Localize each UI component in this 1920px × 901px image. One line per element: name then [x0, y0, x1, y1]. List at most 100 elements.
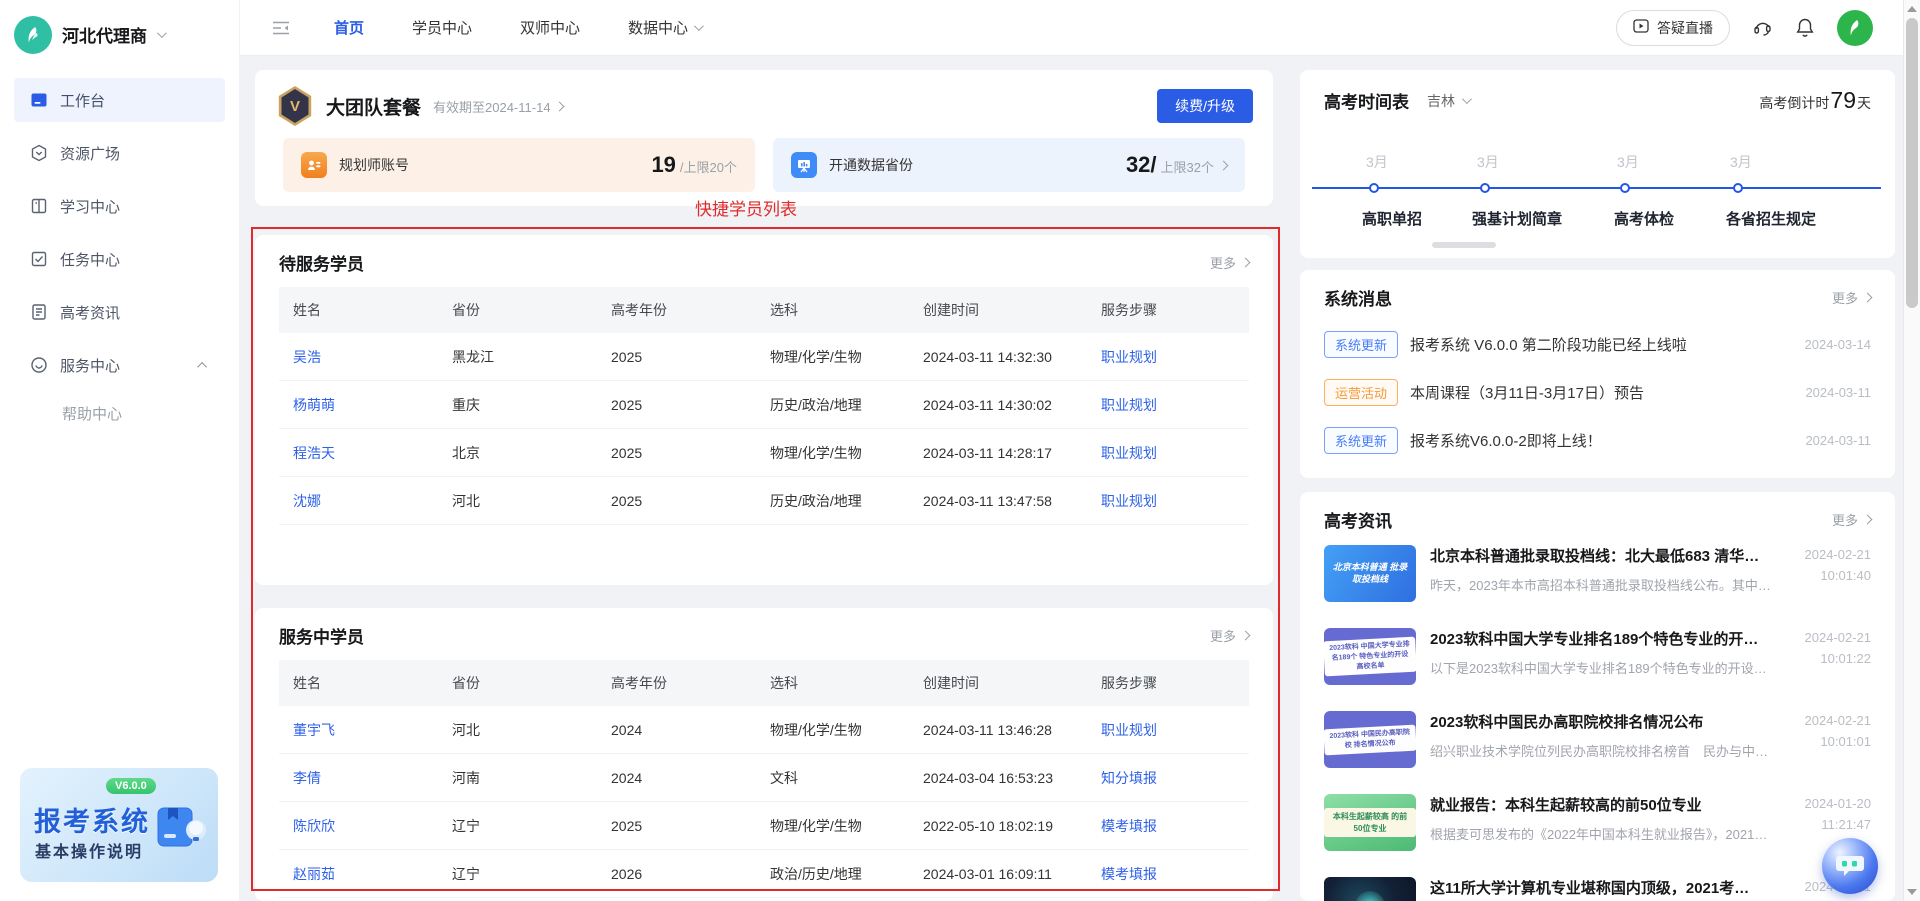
- card-title: 待服务学员: [279, 250, 364, 275]
- tab-data-center[interactable]: 数据中心: [628, 17, 701, 38]
- news-thumbnail: 2023软科 中国大学专业排名189个 特色专业的开设高校名单: [1324, 628, 1416, 685]
- student-name-link[interactable]: 陈欣欣: [293, 816, 452, 836]
- assistant-chat-bubble[interactable]: [1822, 838, 1878, 894]
- book-lightbulb-icon: [156, 802, 208, 857]
- gaokao-news-card: 高考资讯 更多 北京本科普通 批录取投档线 北京本科普通批录取投档线：北大最低6…: [1300, 492, 1895, 901]
- timeline-dot-icon: [1620, 183, 1630, 193]
- timeline-month: 3月: [1730, 152, 1752, 172]
- message-item[interactable]: 运营活动 本周课程（3月11日-3月17日）预告 2024-03-11: [1300, 368, 1895, 416]
- service-step-link[interactable]: 职业规划: [1101, 395, 1249, 415]
- in-service-students-card: 服务中学员 更多 姓名 省份 高考年份 选科 创建时间 服务步骤 董宇飞 河北 …: [255, 608, 1273, 901]
- timeline-month: 3月: [1477, 152, 1499, 172]
- vip-badge-icon: V: [277, 86, 313, 126]
- student-name-link[interactable]: 董宇飞: [293, 720, 452, 740]
- table-row: 杨萌萌 重庆 2025 历史/政治/地理 2024-03-11 14:30:02…: [279, 381, 1249, 429]
- news-thumbnail: [1324, 877, 1416, 901]
- card-title: 服务中学员: [279, 623, 364, 648]
- message-item[interactable]: 系统更新 报考系统 V6.0.0 第二阶段功能已经上线啦 2024-03-14: [1300, 320, 1895, 368]
- user-avatar[interactable]: [1837, 10, 1873, 46]
- table-row: 陈欣欣 辽宁 2025 物理/化学/生物 2022-05-10 18:02:19…: [279, 802, 1249, 850]
- service-step-link[interactable]: 职业规划: [1101, 720, 1249, 740]
- learning-icon: [30, 197, 48, 215]
- planner-account-stat[interactable]: 规划师账号 19 /上限20个: [283, 138, 755, 192]
- sidebar-item-service[interactable]: 服务中心: [14, 343, 225, 387]
- renew-upgrade-button[interactable]: 续费/升级: [1157, 89, 1253, 123]
- nav-tabs: 首页 学员中心 双师中心 数据中心: [334, 17, 701, 38]
- sidebar-item-workbench[interactable]: 工作台: [14, 78, 225, 122]
- timeline-event[interactable]: 强基计划简章: [1472, 208, 1562, 229]
- table-row: 董宇飞 河北 2024 物理/化学/生物 2024-03-11 13:46:28…: [279, 706, 1249, 754]
- service-step-link[interactable]: 知分填报: [1101, 768, 1249, 788]
- gaokao-timeline-card: 高考时间表 吉林 高考倒计时79天 3月 3月 3月 3月 高职单招 强基计划简…: [1300, 70, 1895, 258]
- sidebar-item-tasks[interactable]: 任务中心: [14, 237, 225, 281]
- org-switcher[interactable]: 河北代理商: [0, 0, 239, 56]
- service-step-link[interactable]: 职业规划: [1101, 491, 1249, 511]
- message-item[interactable]: 系统更新 报考系统V6.0.0-2即将上线！ 2024-03-11: [1300, 416, 1895, 464]
- more-link[interactable]: 更多: [1210, 253, 1249, 272]
- more-link[interactable]: 更多: [1210, 626, 1249, 645]
- news-thumbnail: 本科生起薪较高 的前50位专业: [1324, 794, 1416, 851]
- scrollbar-up-arrow[interactable]: [1907, 6, 1917, 12]
- service-step-link[interactable]: 模考填报: [1101, 816, 1249, 836]
- sidebar-item-learning[interactable]: 学习中心: [14, 184, 225, 228]
- timeline-dot-icon: [1480, 183, 1490, 193]
- version-badge: V6.0.0: [106, 778, 156, 794]
- package-stats: 规划师账号 19 /上限20个 开通数据省份 32/ 上限32个: [283, 138, 1245, 192]
- news-item[interactable]: 北京本科普通 批录取投档线 北京本科普通批录取投档线：北大最低683 清华最低6…: [1300, 532, 1895, 615]
- data-province-icon: [791, 152, 817, 178]
- page-scrollbar[interactable]: [1903, 0, 1920, 901]
- service-step-link[interactable]: 职业规划: [1101, 443, 1249, 463]
- region-selector[interactable]: 吉林: [1427, 91, 1469, 111]
- sidebar-item-gaokao-news[interactable]: 高考资讯: [14, 290, 225, 334]
- chevron-right-icon: [1863, 515, 1873, 525]
- news-item[interactable]: 2023软科 中国民办高职院校 排名情况公布 2023软科中国民办高职院校排名情…: [1300, 698, 1895, 781]
- table-header-row: 姓名 省份 高考年份 选科 创建时间 服务步骤: [279, 660, 1249, 706]
- tab-student-center[interactable]: 学员中心: [412, 17, 472, 38]
- sidebar-collapse-icon[interactable]: [272, 20, 290, 36]
- nav-right-controls: 答疑直播: [1616, 10, 1903, 46]
- timeline-scrollbar[interactable]: [1432, 242, 1496, 248]
- student-name-link[interactable]: 沈娜: [293, 491, 452, 511]
- stat-label: 开通数据省份: [829, 155, 913, 175]
- service-icon: [30, 356, 48, 374]
- scrollbar-thumb[interactable]: [1906, 18, 1918, 308]
- student-name-link[interactable]: 赵丽茹: [293, 864, 452, 884]
- more-link[interactable]: 更多: [1832, 510, 1871, 529]
- tab-home[interactable]: 首页: [334, 17, 364, 38]
- news-item[interactable]: 本科生起薪较高 的前50位专业 就业报告：本科生起薪较高的前50位专业 根据麦可…: [1300, 781, 1895, 864]
- in-service-students-table: 姓名 省份 高考年份 选科 创建时间 服务步骤 董宇飞 河北 2024 物理/化…: [279, 660, 1249, 898]
- sidebar: 河北代理商 工作台 资源广场 学习中心 任务中心: [0, 0, 240, 901]
- package-validity-link[interactable]: 有效期至2024-11-14: [433, 97, 563, 116]
- system-guide-banner[interactable]: V6.0.0 报考系统 基本操作说明: [20, 768, 218, 882]
- live-play-icon: [1633, 19, 1649, 36]
- news-thumbnail: 2023软科 中国民办高职院校 排名情况公布: [1324, 711, 1416, 768]
- tab-dual-teacher-center[interactable]: 双师中心: [520, 17, 580, 38]
- timeline-event[interactable]: 高考体检: [1614, 208, 1674, 229]
- student-name-link[interactable]: 杨萌萌: [293, 395, 452, 415]
- notification-bell-icon[interactable]: [1795, 17, 1815, 38]
- chevron-right-icon: [554, 101, 564, 111]
- qa-live-button[interactable]: 答疑直播: [1616, 10, 1730, 46]
- sidebar-subitem-help-center[interactable]: 帮助中心: [62, 403, 239, 424]
- scrollbar-down-arrow[interactable]: [1907, 889, 1917, 895]
- news-datetime: 2024-02-2110:01:22: [1805, 628, 1872, 698]
- news-item[interactable]: 2023软科 中国大学专业排名189个 特色专业的开设高校名单 2023软科中国…: [1300, 615, 1895, 698]
- student-name-link[interactable]: 吴浩: [293, 347, 452, 367]
- timeline-event[interactable]: 高职单招: [1362, 208, 1422, 229]
- org-name: 河北代理商: [62, 22, 147, 47]
- timeline-month: 3月: [1366, 152, 1388, 172]
- package-banner-card: V 大团队套餐 有效期至2024-11-14 续费/升级 规划师账号 19 /上…: [255, 70, 1273, 206]
- data-province-stat[interactable]: 开通数据省份 32/ 上限32个: [773, 138, 1245, 192]
- service-step-link[interactable]: 职业规划: [1101, 347, 1249, 367]
- news-item[interactable]: 这11所大学计算机专业堪称国内顶级，2021考生千万不… 2024-02-21: [1300, 864, 1895, 901]
- timeline-dot-icon: [1369, 183, 1379, 193]
- sidebar-item-resources[interactable]: 资源广场: [14, 131, 225, 175]
- more-link[interactable]: 更多: [1832, 288, 1871, 307]
- card-title: 高考资讯: [1324, 507, 1392, 532]
- news-datetime: 2024-02-2110:01:40: [1805, 545, 1872, 615]
- student-name-link[interactable]: 程浩天: [293, 443, 452, 463]
- support-headset-icon[interactable]: [1752, 17, 1773, 38]
- timeline-event[interactable]: 各省招生规定: [1726, 208, 1816, 229]
- service-step-link[interactable]: 模考填报: [1101, 864, 1249, 884]
- student-name-link[interactable]: 李倩: [293, 768, 452, 788]
